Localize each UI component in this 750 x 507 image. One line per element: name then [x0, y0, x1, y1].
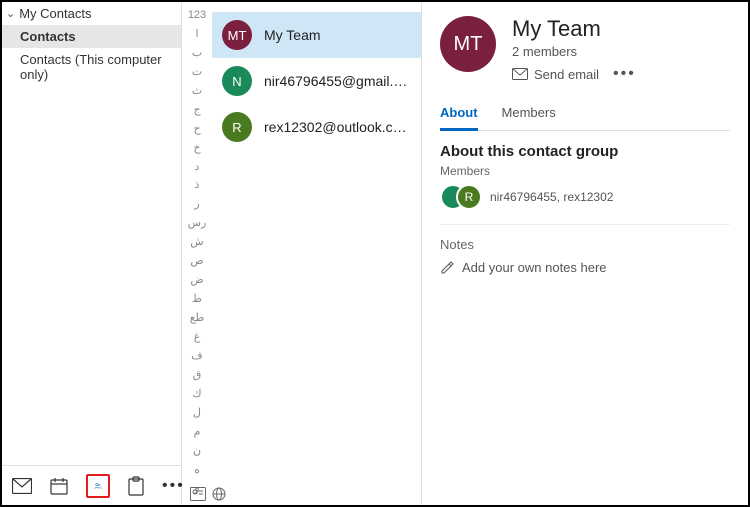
tasks-module-button[interactable] — [128, 474, 144, 498]
calendar-icon — [50, 477, 68, 495]
contact-name: My Team — [264, 27, 321, 43]
alpha-index-letter[interactable]: خ — [193, 141, 200, 157]
alpha-index-letter[interactable]: ن — [193, 444, 201, 460]
contact-name: rex12302@outlook.com — [264, 119, 411, 135]
folder-sidebar: ⌄ My Contacts Contacts Contacts (This co… — [2, 2, 182, 505]
detail-more-button[interactable]: ••• — [613, 65, 636, 83]
mail-icon — [12, 478, 32, 494]
tree-item-label: Contacts (This computer only) — [20, 52, 162, 82]
alpha-index-letter[interactable]: ب — [192, 46, 202, 62]
alpha-index-letter[interactable]: طع — [190, 311, 205, 327]
chevron-down-icon: ⌄ — [6, 7, 15, 20]
contact-name: nir46796455@gmail.com — [264, 73, 411, 89]
tree-item-contacts[interactable]: Contacts — [2, 25, 181, 48]
tree-root-my-contacts[interactable]: ⌄ My Contacts — [2, 2, 181, 25]
pencil-icon — [440, 261, 454, 275]
alpha-index-letter[interactable]: ه — [194, 463, 200, 479]
tab-members[interactable]: Members — [502, 99, 556, 130]
calendar-module-button[interactable] — [50, 474, 68, 498]
folder-tree: ⌄ My Contacts Contacts Contacts (This co… — [2, 2, 181, 465]
avatar: N — [222, 66, 252, 96]
detail-tabs: About Members — [440, 99, 730, 131]
member-count: 2 members — [512, 44, 636, 59]
notes-heading: Notes — [440, 237, 730, 252]
alpha-index-letter[interactable]: ح — [193, 122, 200, 138]
send-email-label: Send email — [534, 67, 599, 82]
alpha-index-letter[interactable]: ذ — [195, 178, 200, 194]
card-view-button[interactable] — [190, 487, 206, 501]
group-title: My Team — [512, 16, 636, 42]
alpha-index-letter[interactable]: م — [194, 425, 201, 441]
alpha-index-letter[interactable]: ك — [192, 387, 201, 403]
alpha-index-letter[interactable]: ي — [193, 500, 202, 505]
alpha-index-letter[interactable]: ق — [193, 368, 202, 384]
contact-detail-pane: MT My Team 2 members Send email ••• Abou… — [422, 2, 748, 505]
people-icon — [94, 476, 102, 496]
notes-placeholder: Add your own notes here — [462, 260, 607, 275]
tasks-icon — [128, 476, 144, 496]
avatar: R — [456, 184, 482, 210]
members-label: Members — [440, 164, 730, 178]
contact-row[interactable]: Nnir46796455@gmail.com — [212, 58, 421, 104]
member-strip[interactable]: R nir46796455, rex12302 — [440, 184, 730, 225]
list-footer-icons — [190, 487, 226, 501]
member-names: nir46796455, rex12302 — [490, 190, 613, 204]
alpha-index-letter[interactable]: ج — [193, 103, 200, 119]
detail-header: MT My Team 2 members Send email ••• — [440, 16, 730, 91]
alpha-index-letter[interactable]: ف — [191, 349, 202, 365]
alpha-index-letter[interactable]: ا — [195, 27, 198, 43]
alpha-index-letter[interactable]: ر — [194, 197, 199, 213]
people-module-button[interactable] — [86, 474, 110, 498]
contact-row[interactable]: MT My Team — [212, 12, 421, 58]
alpha-index-letter[interactable]: غ — [194, 330, 201, 346]
avatar: R — [222, 112, 252, 142]
module-switcher: ••• — [2, 465, 181, 505]
tree-root-label: My Contacts — [19, 6, 91, 21]
alpha-index-letter[interactable]: رس — [188, 216, 207, 232]
globe-button[interactable] — [212, 487, 226, 501]
detail-header-text: My Team 2 members Send email ••• — [512, 16, 636, 83]
alpha-index-letter[interactable]: ط — [192, 292, 202, 308]
alpha-index-letter[interactable]: د — [195, 160, 200, 176]
alpha-index-letter[interactable]: 123 — [188, 8, 206, 24]
card-icon — [190, 487, 206, 501]
notes-input[interactable]: Add your own notes here — [440, 260, 730, 275]
alpha-index-letter[interactable]: ث — [192, 84, 202, 100]
tree-item-label: Contacts — [20, 29, 76, 44]
tree-item-contacts-local[interactable]: Contacts (This computer only) — [2, 48, 181, 86]
alpha-index: 123ابتثجحخدذررسشصضططعغفقكلمنهوي — [182, 2, 212, 505]
avatar: MT — [222, 20, 252, 50]
alpha-index-letter[interactable]: ت — [192, 65, 202, 81]
group-avatar: MT — [440, 16, 496, 72]
alpha-index-letter[interactable]: ل — [193, 406, 201, 422]
detail-actions: Send email ••• — [512, 65, 636, 83]
contact-list: MTMy TeamNnir46796455@gmail.comRrex12302… — [212, 2, 422, 505]
mail-icon — [512, 68, 528, 80]
globe-icon — [212, 487, 226, 501]
mail-module-button[interactable] — [12, 474, 32, 498]
alpha-index-letter[interactable]: ص — [190, 254, 203, 270]
tab-about[interactable]: About — [440, 99, 478, 131]
about-heading: About this contact group — [440, 143, 730, 160]
alpha-index-letter[interactable]: ش — [190, 235, 203, 251]
contact-row[interactable]: Rrex12302@outlook.com — [212, 104, 421, 150]
member-avatars: R — [440, 184, 472, 210]
send-email-button[interactable]: Send email — [512, 67, 599, 82]
alpha-index-letter[interactable]: ض — [190, 273, 203, 289]
